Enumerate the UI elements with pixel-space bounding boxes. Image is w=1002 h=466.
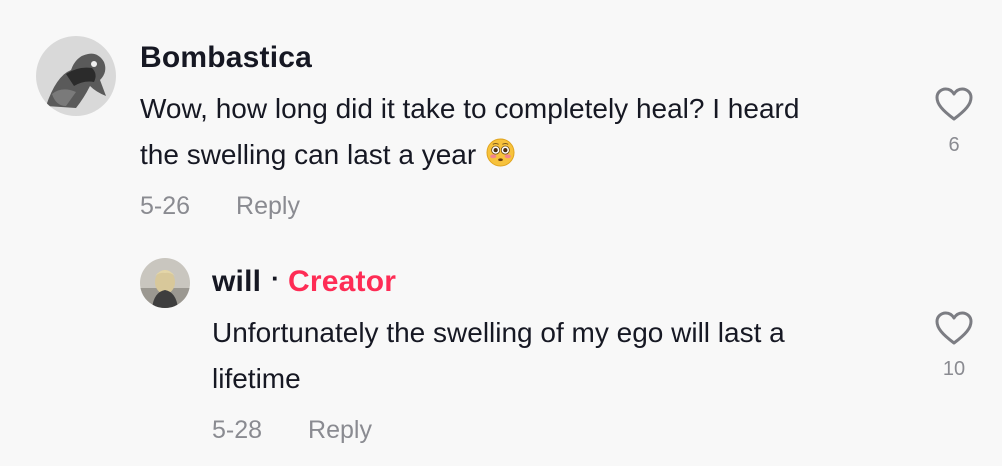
avatar-image: [36, 36, 116, 116]
reply-date: 5-28: [212, 416, 263, 444]
comment-date: 5-26: [140, 192, 191, 220]
reply-username[interactable]: will: [212, 265, 261, 298]
comment-text-line: Wow, how long did it take to completely …: [140, 93, 800, 124]
reply-text-line: lifetime: [212, 363, 301, 394]
flushed-face-emoji-icon: [486, 135, 515, 167]
reply-button[interactable]: Reply: [236, 192, 300, 220]
reply-meta: 5-28 Reply: [212, 416, 372, 445]
comment-username[interactable]: Bombastica: [140, 40, 312, 76]
separator-dot: ·: [271, 263, 280, 293]
like-count: 6: [948, 134, 960, 156]
creator-badge: Creator: [288, 265, 397, 298]
reply-username-row: will · Creator: [212, 263, 397, 300]
heart-icon: [935, 311, 973, 345]
avatar-image: [140, 258, 190, 308]
avatar[interactable]: [36, 36, 116, 116]
avatar[interactable]: [140, 258, 190, 308]
like-button[interactable]: 6: [932, 86, 976, 157]
reply-text: Unfortunately the swelling of my ego wil…: [212, 310, 785, 402]
reply-button[interactable]: Reply: [308, 416, 372, 444]
comment-meta: 5-26 Reply: [140, 192, 300, 221]
comment-text: Wow, how long did it take to completely …: [140, 86, 799, 178]
reply-text-line: Unfortunately the swelling of my ego wil…: [212, 317, 785, 348]
heart-icon: [935, 87, 973, 121]
like-button[interactable]: 10: [932, 310, 976, 381]
comment-text-line-content: the swelling can last a year: [140, 139, 477, 170]
comment-text-line: the swelling can last a year: [140, 132, 799, 178]
like-count: 10: [942, 358, 966, 380]
